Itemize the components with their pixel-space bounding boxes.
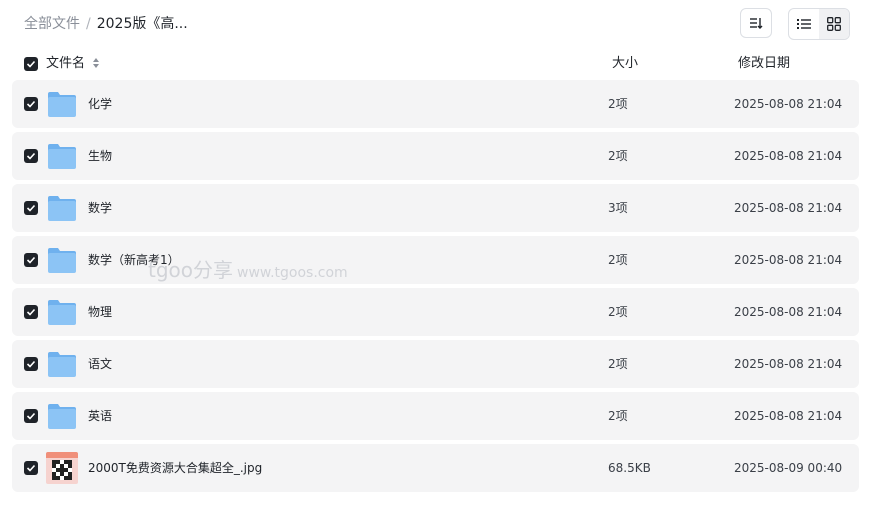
check-icon	[26, 204, 36, 212]
file-row[interactable]: 物理 2项 2025-08-08 21:04	[12, 288, 859, 336]
check-icon	[26, 152, 36, 160]
file-size: 2项	[608, 357, 628, 371]
check-icon	[26, 100, 36, 108]
file-name[interactable]: 物理	[88, 304, 112, 320]
file-row[interactable]: 生物 2项 2025-08-08 21:04	[12, 132, 859, 180]
select-all-checkbox[interactable]	[24, 57, 38, 71]
file-modified-date: 2025-08-08 21:04	[734, 357, 843, 371]
file-modified-date: 2025-08-08 21:04	[734, 253, 843, 267]
view-toggle	[788, 8, 850, 40]
list-view-button[interactable]	[789, 9, 819, 39]
file-row[interactable]: 2000T免费资源大合集超全_.jpg 68.5KB 2025-08-09 00:4…	[12, 444, 859, 492]
file-modified-date: 2025-08-08 21:04	[734, 97, 843, 111]
grid-view-button[interactable]	[819, 9, 849, 39]
breadcrumb-current: 2025版《高...	[96, 16, 188, 32]
file-name[interactable]: 化学	[88, 96, 112, 112]
file-row[interactable]: 数学（新高考1） 2项 2025-08-08 21:04	[12, 236, 859, 284]
folder-icon	[47, 90, 77, 118]
folder-icon	[47, 402, 77, 430]
row-checkbox[interactable]	[24, 461, 38, 475]
folder-icon	[47, 142, 77, 170]
file-modified-date: 2025-08-08 21:04	[734, 149, 843, 163]
folder-icon	[47, 298, 77, 326]
check-icon	[26, 412, 36, 420]
sort-icon	[750, 18, 763, 29]
check-icon	[26, 256, 36, 264]
file-modified-date: 2025-08-08 21:04	[734, 409, 843, 423]
file-modified-date: 2025-08-08 21:04	[734, 305, 843, 319]
file-name[interactable]: 数学	[88, 200, 112, 216]
folder-icon	[47, 350, 77, 378]
breadcrumb-separator: /	[86, 16, 91, 32]
file-modified-date: 2025-08-08 21:04	[734, 201, 843, 215]
sort-button[interactable]	[740, 8, 772, 38]
name-column-label: 文件名	[46, 56, 86, 71]
row-checkbox[interactable]	[24, 201, 38, 215]
file-name[interactable]: 语文	[88, 356, 112, 372]
file-modified-date: 2025-08-09 00:40	[734, 461, 843, 475]
file-size: 68.5KB	[608, 461, 651, 475]
row-checkbox[interactable]	[24, 149, 38, 163]
file-name[interactable]: 英语	[88, 408, 112, 424]
size-column-header[interactable]: 大小	[612, 56, 638, 72]
file-row[interactable]: 语文 2项 2025-08-08 21:04	[12, 340, 859, 388]
file-list: 化学 2项 2025-08-08 21:04 生物 2项 2025-08-08 21:04…	[12, 80, 859, 496]
toolbar: 全部文件 / 2025版《高...	[0, 0, 874, 48]
check-icon	[26, 60, 36, 68]
sort-toggle-icon	[93, 58, 100, 68]
list-view-icon	[797, 19, 811, 29]
file-row[interactable]: 数学 3项 2025-08-08 21:04	[12, 184, 859, 232]
grid-view-icon	[827, 17, 841, 31]
row-checkbox[interactable]	[24, 357, 38, 371]
row-checkbox[interactable]	[24, 97, 38, 111]
modified-column-header[interactable]: 修改日期	[738, 56, 790, 72]
file-name[interactable]: 2000T免费资源大合集超全_.jpg	[88, 460, 262, 476]
row-checkbox[interactable]	[24, 305, 38, 319]
file-name[interactable]: 数学（新高考1）	[88, 252, 180, 268]
name-column-header[interactable]: 文件名	[46, 56, 100, 72]
file-size: 2项	[608, 305, 628, 319]
file-size: 2项	[608, 409, 628, 423]
check-icon	[26, 464, 36, 472]
image-thumbnail-icon	[46, 452, 78, 484]
file-size: 2项	[608, 149, 628, 163]
row-checkbox[interactable]	[24, 253, 38, 267]
file-row[interactable]: 英语 2项 2025-08-08 21:04	[12, 392, 859, 440]
folder-icon	[47, 194, 77, 222]
file-size: 2项	[608, 253, 628, 267]
breadcrumb: 全部文件 / 2025版《高...	[24, 15, 188, 33]
file-name[interactable]: 生物	[88, 148, 112, 164]
folder-icon	[47, 246, 77, 274]
breadcrumb-root[interactable]: 全部文件	[24, 16, 80, 32]
column-header: 文件名 大小 修改日期	[0, 52, 874, 76]
file-row[interactable]: 化学 2项 2025-08-08 21:04	[12, 80, 859, 128]
check-icon	[26, 360, 36, 368]
file-size: 2项	[608, 97, 628, 111]
file-size: 3项	[608, 201, 628, 215]
row-checkbox[interactable]	[24, 409, 38, 423]
check-icon	[26, 308, 36, 316]
